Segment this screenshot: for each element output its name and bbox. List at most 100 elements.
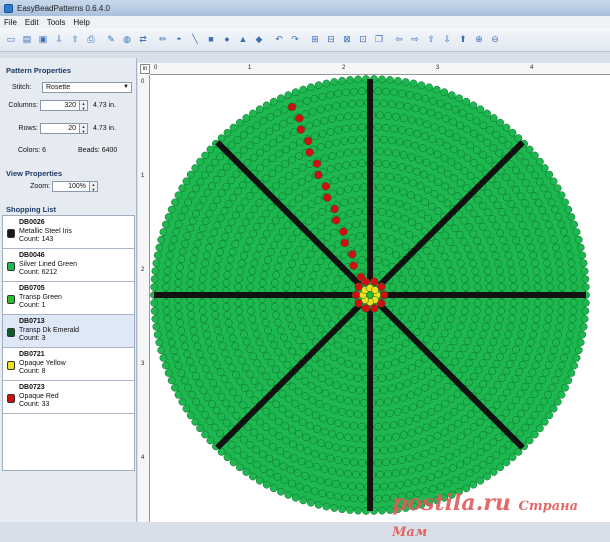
bead [358,123,366,132]
draw-icon[interactable]: ✎ [104,33,118,47]
bead [196,232,204,240]
bead [493,401,501,409]
left-icon[interactable]: ⇦ [392,33,406,47]
bucket-icon[interactable]: ◓ [172,33,186,47]
bead [305,421,314,430]
zoom-input[interactable]: 100% [52,181,90,192]
bead [182,177,191,186]
bead [199,195,208,204]
bead [318,283,327,291]
copy-icon[interactable]: ❐ [372,33,386,47]
menu-edit[interactable]: Edit [21,18,43,27]
bead [386,409,394,418]
bead [421,449,429,458]
open-icon[interactable]: ▤ [20,33,34,47]
export-icon[interactable]: ⇧ [68,33,82,47]
insert-row-icon[interactable]: ⊞ [308,33,322,47]
delete-row-icon[interactable]: ⊠ [340,33,354,47]
bead [167,243,176,252]
bead [515,152,524,161]
bead [199,386,208,395]
down-icon[interactable]: ⇩ [440,33,454,47]
menu-file[interactable]: File [0,18,21,27]
bead [394,238,403,247]
bead [415,464,424,472]
bead [186,411,195,420]
undo-icon[interactable]: ↶ [272,33,286,47]
fill-icon[interactable]: ◍ [120,33,134,47]
menu-help[interactable]: Help [69,18,93,27]
menu-tools[interactable]: Tools [43,18,70,27]
rows-stepper[interactable]: ▲ ▼ [80,123,88,134]
bead [446,314,455,323]
new-icon[interactable]: ▭ [4,33,18,47]
stitch-select[interactable]: Rosette ▼ [42,82,132,93]
bead [416,400,425,408]
bead [537,235,546,244]
bead [472,275,481,283]
save-icon[interactable]: ▣ [36,33,50,47]
shopping-list-item[interactable]: DB0713 Transp Dk Emerald Count: 3 [3,315,134,348]
diamond-icon[interactable]: ◆ [252,33,266,47]
bead [338,76,346,85]
triangle-icon[interactable]: ▲ [236,33,250,47]
bead [339,250,348,259]
zoom-in-icon[interactable]: ⊕ [472,33,486,47]
up-icon[interactable]: ⇧ [424,33,438,47]
bead [529,251,538,260]
bead [376,398,384,407]
bead [511,375,520,383]
bead [405,127,414,136]
shopping-list-item[interactable]: DB0026 Metallic Steel Iris Count: 143 [3,216,134,249]
bead [435,443,444,452]
bead [582,299,590,307]
delete-col-icon[interactable]: ⊡ [356,33,370,47]
menu-bar: File Edit Tools Help [0,16,610,28]
bead [506,421,515,430]
right-icon[interactable]: ⇨ [408,33,422,47]
columns-input[interactable]: 320 [40,100,80,111]
rectangle-icon[interactable]: ■ [204,33,218,47]
zoom-out-icon[interactable]: ⊖ [488,33,502,47]
bead [282,283,291,291]
rows-input[interactable]: 20 [40,123,80,134]
bead [222,303,231,311]
replace-icon[interactable]: ⇄ [136,33,150,47]
bead [557,275,566,283]
bead [167,338,176,347]
shift-up-icon[interactable]: ⬆ [456,33,470,47]
bead [452,449,461,457]
bead [251,396,259,405]
shopping-list-item[interactable]: DB0723 Opaque Red Count: 33 [3,381,134,414]
bead [382,123,390,132]
bead-pattern[interactable] [150,75,610,522]
bead [257,216,266,224]
shopping-list-item[interactable]: DB0721 Opaque Yellow Count: 8 [3,348,134,381]
bead [358,458,366,467]
bead [248,315,257,323]
shopping-list-item[interactable]: DB0046 Silver Lined Green Count: 6212 [3,249,134,282]
pencil-icon[interactable]: ✏ [156,33,170,47]
bead [561,198,569,207]
bead [206,145,215,154]
bead [389,420,398,429]
bead [411,440,420,449]
watermark: postila.ru Страна Мам [392,490,610,542]
bead [328,152,337,160]
import-icon[interactable]: ⇩ [52,33,66,47]
columns-stepper[interactable]: ▲ ▼ [80,100,88,111]
bead [557,283,566,291]
shopping-list-item[interactable]: DB0705 Transp Green Count: 1 [3,282,134,315]
zoom-stepper[interactable]: ▲ ▼ [90,181,98,192]
redo-icon[interactable]: ↷ [288,33,302,47]
bead [296,138,305,147]
insert-col-icon[interactable]: ⊟ [324,33,338,47]
circle-icon[interactable]: ● [220,33,234,47]
line-icon[interactable]: ╲ [188,33,202,47]
bead [189,327,198,335]
print-icon[interactable]: ⎙ [84,33,98,47]
ruler-unit-button[interactable]: in [140,64,150,74]
bead [274,234,283,242]
bead [476,105,485,114]
bead [213,195,222,204]
